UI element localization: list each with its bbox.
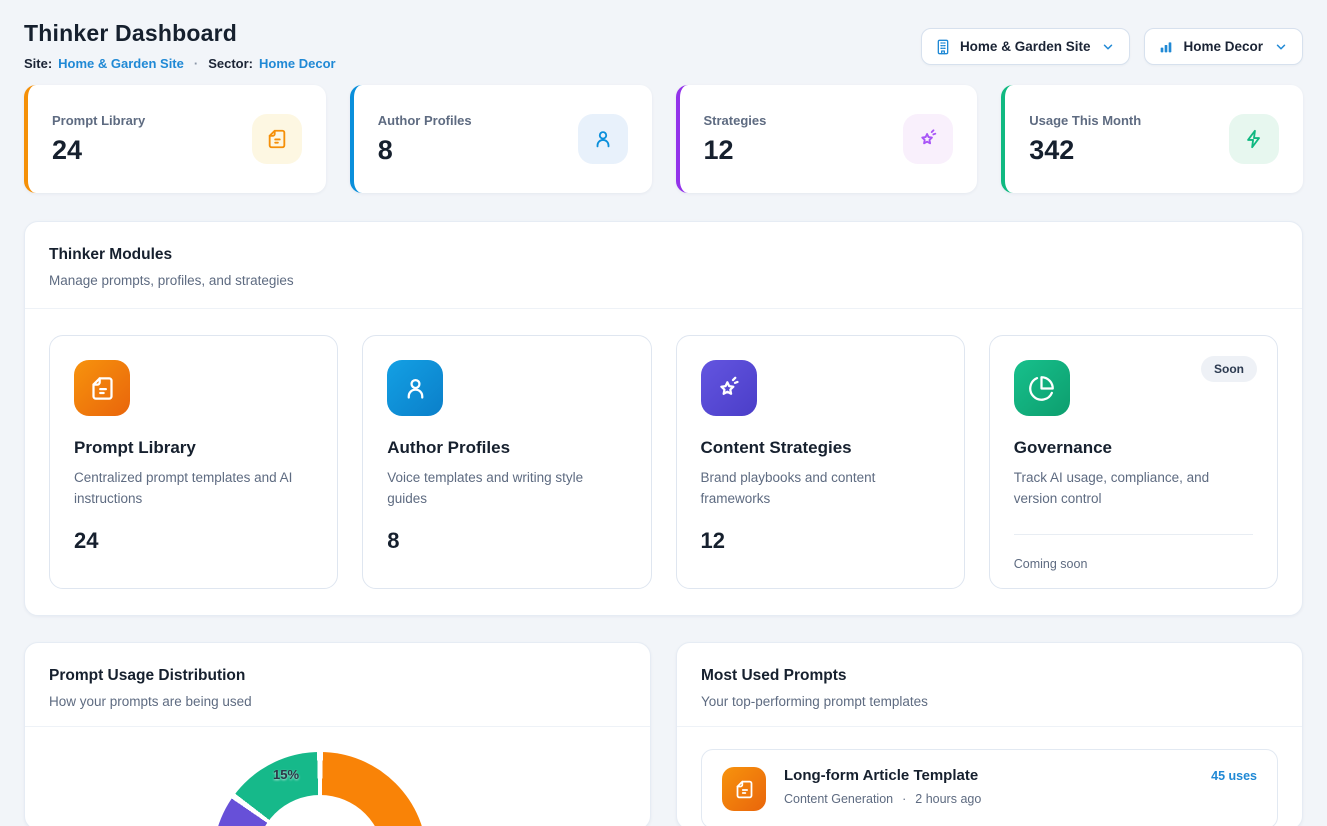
stat-text: Strategies 12 [704, 113, 767, 166]
stat-text: Usage This Month 342 [1029, 113, 1141, 166]
prompt-item-title: Long-form Article Template [784, 767, 1193, 784]
star-icon [701, 360, 757, 416]
thinker-modules-panel: Thinker Modules Manage prompts, profiles… [24, 221, 1303, 616]
prompt-list-item[interactable]: Long-form Article Template Content Gener… [701, 749, 1278, 826]
breadcrumb: Site: Home & Garden Site · Sector: Home … [24, 56, 336, 71]
chevron-down-icon [1274, 40, 1288, 54]
sector-selector-label: Home Decor [1183, 39, 1263, 54]
breadcrumb-separator: · [194, 56, 198, 71]
module-description: Voice templates and writing style guides [387, 468, 626, 510]
module-description: Track AI usage, compliance, and version … [1014, 468, 1253, 510]
stats-row: Prompt Library 24 Author Profiles 8 Stra… [24, 85, 1303, 193]
modules-panel-header: Thinker Modules Manage prompts, profiles… [25, 222, 1302, 309]
header-actions: Home & Garden Site Home Decor [921, 28, 1303, 65]
stat-card-usage: Usage This Month 342 [1001, 85, 1303, 193]
prompt-item-meta: Content Generation · 2 hours ago [784, 792, 1193, 806]
zap-icon [1229, 114, 1279, 164]
stat-card-prompt-library: Prompt Library 24 [24, 85, 326, 193]
coming-soon-text: Coming soon [1014, 557, 1253, 571]
module-count: 24 [74, 528, 313, 554]
most-used-prompts-header: Most Used Prompts Your top-performing pr… [677, 643, 1302, 727]
module-title: Prompt Library [74, 438, 313, 458]
prompt-item-body: Long-form Article Template Content Gener… [784, 767, 1193, 806]
module-title: Author Profiles [387, 438, 626, 458]
module-count: 8 [387, 528, 626, 554]
meta-separator: · [902, 792, 906, 806]
sector-link[interactable]: Home Decor [259, 56, 336, 71]
module-card-prompt-library[interactable]: Prompt Library Centralized prompt templa… [49, 335, 338, 589]
stat-value: 342 [1029, 135, 1141, 166]
prompt-item-category: Content Generation [784, 792, 893, 806]
donut-segment-label: 15% [273, 767, 299, 782]
site-selector-dropdown[interactable]: Home & Garden Site [921, 28, 1131, 65]
document-icon [74, 360, 130, 416]
stat-label: Author Profiles [378, 113, 472, 128]
header-left: Thinker Dashboard Site: Home & Garden Si… [24, 20, 336, 71]
stat-label: Prompt Library [52, 113, 145, 128]
most-used-prompts-title: Most Used Prompts [701, 667, 1278, 685]
module-card-governance[interactable]: Soon Governance Track AI usage, complian… [989, 335, 1278, 589]
module-description: Centralized prompt templates and AI inst… [74, 468, 313, 510]
module-card-author-profiles[interactable]: Author Profiles Voice templates and writ… [362, 335, 651, 589]
most-used-prompts-card: Most Used Prompts Your top-performing pr… [676, 642, 1303, 826]
module-description: Brand playbooks and content frameworks [701, 468, 940, 510]
stat-card-author-profiles: Author Profiles 8 [350, 85, 652, 193]
modules-title: Thinker Modules [49, 246, 1278, 264]
usage-distribution-card: Prompt Usage Distribution How your promp… [24, 642, 651, 826]
sector-selector-dropdown[interactable]: Home Decor [1144, 28, 1303, 65]
module-card-content-strategies[interactable]: Content Strategies Brand playbooks and c… [676, 335, 965, 589]
dashboard-page: Thinker Dashboard Site: Home & Garden Si… [0, 0, 1327, 826]
site-selector-label: Home & Garden Site [960, 39, 1091, 54]
soon-badge: Soon [1201, 356, 1257, 382]
usage-distribution-subtitle: How your prompts are being used [49, 694, 626, 709]
prompt-list: Long-form Article Template Content Gener… [677, 727, 1302, 826]
site-label: Site: [24, 56, 52, 71]
chevron-down-icon [1101, 40, 1115, 54]
usage-distribution-header: Prompt Usage Distribution How your promp… [25, 643, 650, 727]
usage-distribution-title: Prompt Usage Distribution [49, 667, 626, 685]
stat-value: 24 [52, 135, 145, 166]
document-icon [252, 114, 302, 164]
stat-label: Strategies [704, 113, 767, 128]
bottom-row: Prompt Usage Distribution How your promp… [24, 642, 1303, 826]
modules-grid: Prompt Library Centralized prompt templa… [25, 309, 1302, 615]
stat-card-strategies: Strategies 12 [676, 85, 978, 193]
document-icon [722, 767, 766, 811]
stat-value: 12 [704, 135, 767, 166]
sector-label: Sector: [208, 56, 253, 71]
modules-subtitle: Manage prompts, profiles, and strategies [49, 273, 1278, 288]
bar-chart-icon [1158, 39, 1174, 55]
site-link[interactable]: Home & Garden Site [58, 56, 184, 71]
stat-value: 8 [378, 135, 472, 166]
star-icon [903, 114, 953, 164]
building-icon [935, 39, 951, 55]
most-used-prompts-subtitle: Your top-performing prompt templates [701, 694, 1278, 709]
divider [1014, 534, 1253, 535]
prompt-item-uses: 45 uses [1211, 769, 1257, 783]
page-title: Thinker Dashboard [24, 20, 336, 47]
donut-chart: 15% [25, 727, 650, 826]
stat-label: Usage This Month [1029, 113, 1141, 128]
module-count: 12 [701, 528, 940, 554]
module-title: Governance [1014, 438, 1253, 458]
prompt-item-time: 2 hours ago [915, 792, 981, 806]
user-icon [578, 114, 628, 164]
stat-text: Prompt Library 24 [52, 113, 145, 166]
page-header: Thinker Dashboard Site: Home & Garden Si… [24, 20, 1303, 71]
user-icon [387, 360, 443, 416]
stat-text: Author Profiles 8 [378, 113, 472, 166]
module-title: Content Strategies [701, 438, 940, 458]
pie-chart-icon [1014, 360, 1070, 416]
